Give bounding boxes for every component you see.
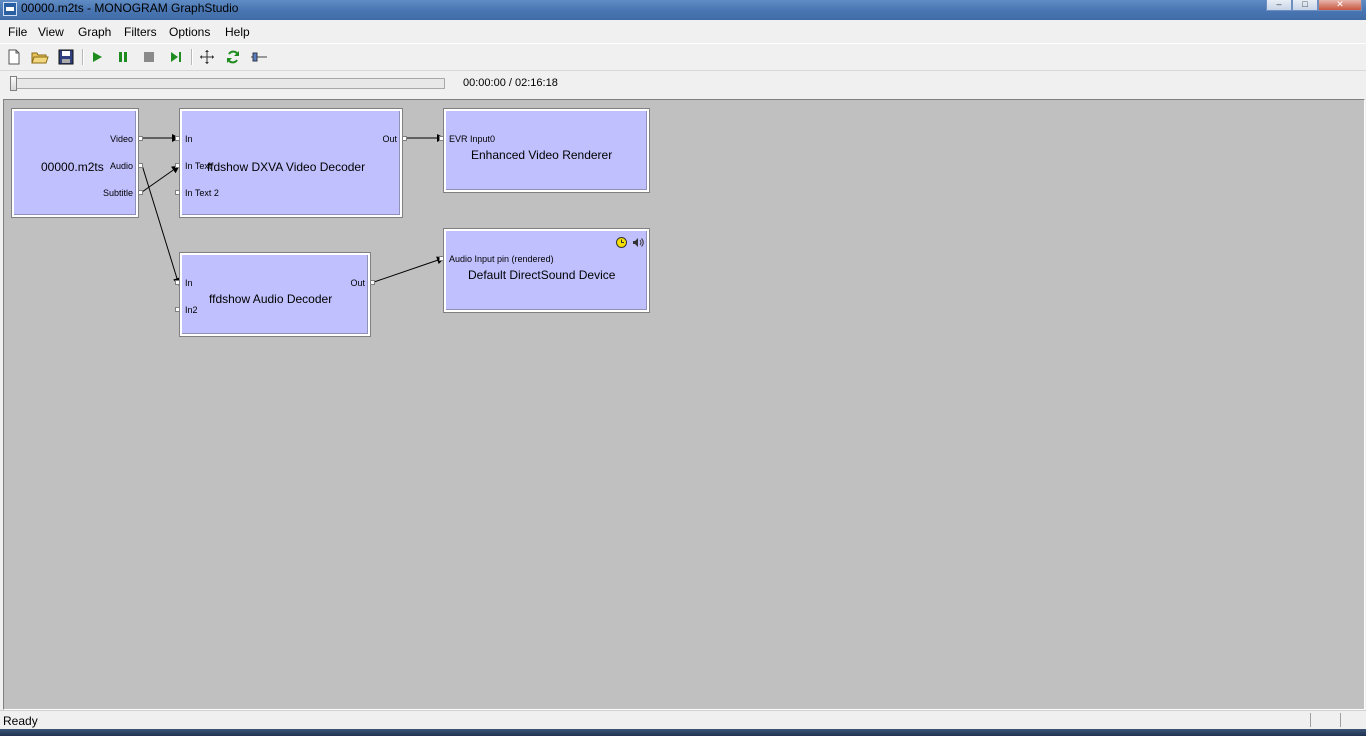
pin-label-video: Video	[110, 134, 133, 144]
menu-file[interactable]: File	[8, 25, 27, 39]
frame-step-icon[interactable]	[166, 47, 186, 67]
pin-video-decoder-in[interactable]	[175, 136, 180, 141]
seek-track[interactable]	[10, 78, 445, 89]
pin-video-decoder-out[interactable]	[402, 136, 407, 141]
pin-label-in: In	[185, 278, 193, 288]
pin-label-out: Out	[350, 278, 365, 288]
toolbar-separator	[82, 49, 84, 65]
filter-audio-decoder[interactable]: ffdshow Audio Decoder In In2 Out	[179, 252, 371, 337]
status-pane	[1340, 713, 1341, 727]
menu-view[interactable]: View	[38, 25, 64, 39]
pin-label-evr-input0: EVR Input0	[449, 134, 496, 144]
menu-help[interactable]: Help	[225, 25, 250, 39]
filter-video-decoder-name: ffdshow DXVA Video Decoder	[207, 160, 366, 174]
minimize-button[interactable]: –	[1266, 0, 1292, 11]
app-icon	[3, 2, 17, 16]
save-icon[interactable]	[56, 47, 76, 67]
status-bar: Ready	[0, 710, 1366, 730]
window-title: 00000.m2ts - MONOGRAM GraphStudio	[21, 1, 239, 15]
title-bar: 00000.m2ts - MONOGRAM GraphStudio – □ ✕	[0, 0, 1366, 20]
menu-bar: File View Graph Filters Options Help	[0, 22, 1366, 42]
speaker-icon	[632, 237, 644, 248]
pin-audio-decoder-in[interactable]	[175, 280, 180, 285]
maximize-button[interactable]: □	[1292, 0, 1318, 11]
pin-video-decoder-in-text[interactable]	[175, 163, 180, 168]
close-button[interactable]: ✕	[1318, 0, 1362, 11]
pin-sound-device-in[interactable]	[439, 256, 444, 261]
pin-subtitle-out[interactable]	[138, 190, 143, 195]
pin-audio-out[interactable]	[138, 163, 143, 168]
pin-label-in-text: In Text	[185, 161, 212, 171]
filter-video-decoder[interactable]: ffdshow DXVA Video Decoder In In Text In…	[179, 108, 403, 218]
arrange-icon[interactable]	[197, 47, 217, 67]
filter-source-name: 00000.m2ts	[41, 160, 104, 174]
menu-filters[interactable]: Filters	[124, 25, 157, 39]
refresh-icon[interactable]	[223, 47, 243, 67]
filter-source[interactable]: 00000.m2ts Video Audio Subtitle	[11, 108, 139, 218]
pin-video-out[interactable]	[138, 136, 143, 141]
pause-icon[interactable]	[113, 47, 133, 67]
window-controls: – □ ✕	[1266, 0, 1362, 12]
graph-canvas[interactable]: 00000.m2ts Video Audio Subtitle ffdshow …	[3, 99, 1365, 710]
stop-icon[interactable]	[139, 47, 159, 67]
wire-subtitle	[141, 165, 180, 193]
pin-label-in: In	[185, 134, 193, 144]
toolbar-separator	[191, 49, 193, 65]
seek-bar: 00:00:00 / 02:16:18	[0, 70, 1366, 98]
play-icon[interactable]	[87, 47, 107, 67]
filter-video-renderer-name: Enhanced Video Renderer	[471, 148, 613, 162]
filter-sound-device[interactable]: Default DirectSound Device Audio Input p…	[443, 228, 650, 313]
status-text: Ready	[3, 714, 38, 728]
status-pane	[1310, 713, 1311, 727]
open-icon[interactable]	[30, 47, 50, 67]
pin-video-decoder-in-text-2[interactable]	[175, 190, 180, 195]
toolbar	[0, 43, 1366, 70]
pin-label-audio-input: Audio Input pin (rendered)	[449, 254, 554, 264]
pin-label-subtitle: Subtitle	[102, 188, 133, 198]
pin-label-out: Out	[382, 134, 397, 144]
wire-audio	[141, 164, 181, 286]
pin-audio-decoder-in2[interactable]	[175, 307, 180, 312]
clock-icon	[616, 237, 627, 248]
menu-options[interactable]: Options	[169, 25, 210, 39]
seek-icon[interactable]	[249, 47, 269, 67]
filter-sound-device-name: Default DirectSound Device	[468, 268, 616, 282]
pin-audio-decoder-out[interactable]	[370, 280, 375, 285]
pin-label-audio: Audio	[109, 161, 133, 171]
filter-audio-decoder-name: ffdshow Audio Decoder	[209, 292, 333, 306]
seek-thumb[interactable]	[10, 76, 17, 91]
pin-renderer-in[interactable]	[439, 136, 444, 141]
wire-audio-out	[373, 256, 445, 283]
menu-graph[interactable]: Graph	[78, 25, 111, 39]
pin-label-in-text-2: In Text 2	[185, 188, 219, 198]
taskbar	[0, 729, 1366, 736]
pin-label-in2: In2	[185, 305, 198, 315]
time-readout: 00:00:00 / 02:16:18	[463, 77, 558, 89]
new-icon[interactable]	[4, 47, 24, 67]
filter-video-renderer[interactable]: Enhanced Video Renderer EVR Input0	[443, 108, 650, 193]
